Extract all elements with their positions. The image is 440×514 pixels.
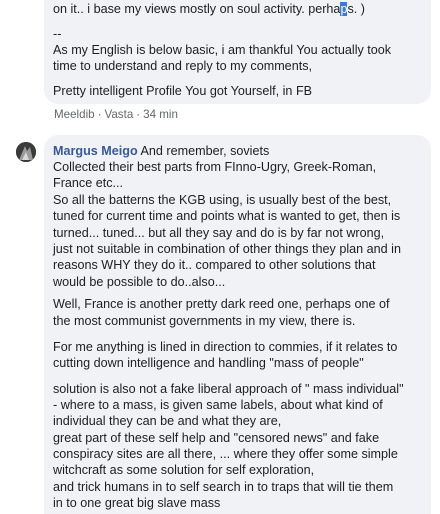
comment-actions: Meeldib · Vasta · 34 min xyxy=(54,108,178,121)
comment-text-line: - where to a mass, is given same labels,… xyxy=(53,398,383,412)
comment-text-line: Margus Meigo And remember, soviets xyxy=(53,144,270,158)
comment-bubble-previous: on it.. i base my views mostly on soul a… xyxy=(44,0,431,104)
separator: · xyxy=(136,108,141,121)
comment-text-line: great part of these self help and "censo… xyxy=(53,431,380,445)
comment-text-line: conspiracy sites are all there, ... wher… xyxy=(53,447,398,461)
comment-text-line: So all the batterns the KGB using, is us… xyxy=(53,193,392,207)
comment-timestamp[interactable]: 34 min xyxy=(143,108,178,121)
comment-text-line: and trick humans in to self search in to… xyxy=(53,480,394,494)
comment-text-line: France etc... xyxy=(53,176,123,190)
comment-text-line: Pretty intelligent Profile You got Yours… xyxy=(53,84,313,98)
like-button[interactable]: Meeldib xyxy=(54,108,95,121)
comment-text-line: As my English is below basic, i am thank… xyxy=(53,43,392,57)
profile-picture-icon xyxy=(16,142,36,162)
comment-text-line: tuned for current time and points what i… xyxy=(53,209,401,223)
comment-author-link[interactable]: Margus Meigo xyxy=(53,144,138,158)
comment-bubble-reply: Margus Meigo And remember, soviets Colle… xyxy=(44,135,431,514)
comment-text-line: -- xyxy=(53,27,62,41)
comment-text-line: on it.. i base my views mostly on soul a… xyxy=(53,2,365,16)
comment-text-line: Collected their best parts from FInno-Ug… xyxy=(53,160,377,174)
comment-text-line: witchcraft as some solution for self exp… xyxy=(53,463,315,477)
comment-text-line: individual they can be and what they are… xyxy=(53,414,282,428)
comment-text-line: For me anything is lined in direction to… xyxy=(53,340,398,354)
comment-text-line: would be possible to do..also... xyxy=(53,275,226,289)
comment-text-line: time to understand and reply to my comme… xyxy=(53,59,312,73)
reply-button[interactable]: Vasta xyxy=(104,108,133,121)
comment-text-line: in to one great big slave mass xyxy=(53,496,221,510)
comment-text-line: turned... tuned... but all they say and … xyxy=(53,226,385,240)
avatar[interactable] xyxy=(16,142,36,162)
comment-text-line: the most communist governments in my vie… xyxy=(53,314,356,328)
separator: · xyxy=(97,108,102,121)
comment-text-line: solution is also not a fake liberal appr… xyxy=(53,382,404,396)
comment-text-line: reasons WHY they do it.. compared to oth… xyxy=(53,258,376,272)
comment-text-line: cutting down intelligence and handling "… xyxy=(53,356,364,370)
comment-text-line: just not suitable in combination of othe… xyxy=(53,242,401,256)
comment-text-line: Well, France is another pretty dark reed… xyxy=(53,297,390,311)
